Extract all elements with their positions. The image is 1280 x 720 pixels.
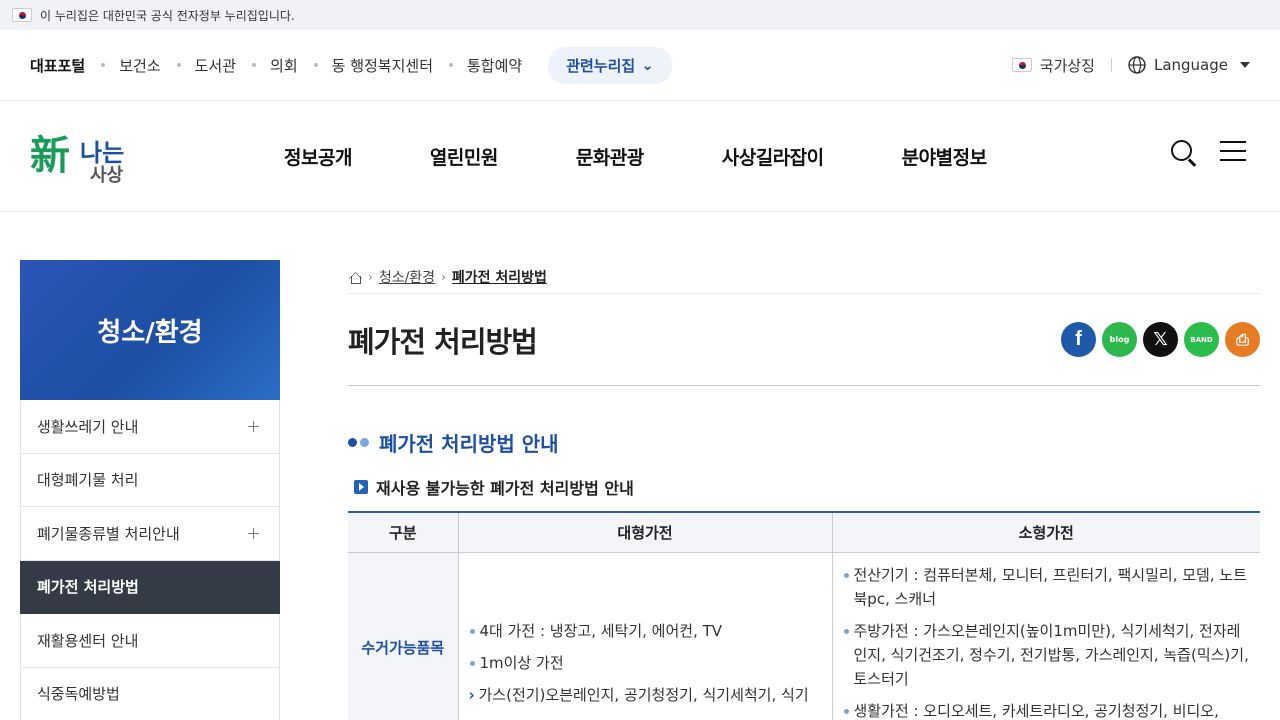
side-nav-item-label: 대형폐기물 처리 (37, 471, 139, 490)
small-appliance-cell: 전산기기 : 컴퓨터본체, 모니터, 프린터기, 팩시밀리, 모뎀, 노트북pc… (832, 552, 1260, 720)
separator-dot (313, 63, 318, 67)
utility-bar: 대표포털 보건소 도서관 의회 동 행정복지센터 통합예약 관련누리집 ⌄ 국가… (0, 30, 1280, 101)
util-link-reservation[interactable]: 통합예약 (467, 55, 522, 76)
chevron-right-icon: › (441, 269, 446, 284)
table-header-small: 소형가전 (832, 512, 1260, 553)
sub-title: 재사용 불가능한 폐가전 처리방법 안내 (348, 475, 1260, 499)
content-area: 청소/환경 생활쓰레기 안내 대형폐기물 처리 폐기물종류별 처리안내 폐가전 … (0, 212, 1280, 720)
breadcrumb-current[interactable]: 폐가전 처리방법 (452, 267, 547, 287)
sub-list-item: 가스(전기)오븐레인지, 공기청정기, 식기세척기, 식기 (469, 683, 822, 707)
menu-field-info[interactable]: 분야별정보 (902, 143, 987, 170)
utility-links: 대표포털 보건소 도서관 의회 동 행정복지센터 통합예약 (30, 55, 522, 76)
separator-dot (176, 63, 181, 67)
side-nav-item-bulky-waste[interactable]: 대형폐기물 처리 (20, 453, 280, 507)
side-nav-item-food-poisoning[interactable]: 식중독예방법 (20, 667, 280, 720)
chevron-down-icon: ⌄ (641, 56, 654, 74)
national-symbol-link[interactable]: 국가상징 (1040, 55, 1095, 76)
blog-icon[interactable]: blog (1102, 322, 1137, 357)
search-icon[interactable] (1170, 139, 1198, 167)
separator-dot (449, 63, 453, 67)
side-nav-item-label: 생활쓰레기 안내 (37, 417, 139, 436)
menu-info-disclosure[interactable]: 정보공개 (284, 143, 352, 170)
breadcrumb-section[interactable]: 청소/환경 (379, 267, 435, 287)
side-nav-item-label: 재활용센터 안내 (37, 631, 139, 650)
menu-icon[interactable] (1220, 139, 1246, 163)
globe-icon (1128, 56, 1146, 74)
side-nav-item-waste-types[interactable]: 폐기물종류별 처리안내 (20, 507, 280, 561)
list-item: 4대 가전 : 냉장고, 세탁기, 에어컨, TV (469, 619, 822, 643)
x-icon[interactable]: 𝕏 (1143, 322, 1178, 357)
util-link-health[interactable]: 보건소 (119, 55, 160, 76)
side-nav-item-appliance-disposal[interactable]: 폐가전 처리방법 (20, 560, 280, 614)
related-sites-label: 관련누리집 (566, 56, 636, 75)
arrow-square-icon (354, 480, 368, 494)
title-row: 폐가전 처리방법 f blog 𝕏 BAND ⎙ (348, 294, 1260, 386)
util-link-library[interactable]: 도서관 (195, 55, 236, 76)
section-title-text: 폐가전 처리방법 안내 (379, 432, 559, 456)
section-title: 폐가전 처리방법 안내 (348, 428, 1260, 457)
main-content: › 청소/환경 › 폐가전 처리방법 폐가전 처리방법 f blog 𝕏 BAN… (348, 260, 1260, 720)
large-appliance-cell: 4대 가전 : 냉장고, 세탁기, 에어컨, TV 1m이상 가전 가스(전기)… (458, 552, 833, 720)
chevron-right-icon: › (368, 269, 373, 284)
korea-flag-icon (1011, 58, 1032, 72)
side-nav-item-household-waste[interactable]: 생활쓰레기 안내 (20, 400, 280, 454)
site-logo[interactable]: 新 나는 사상 (30, 121, 160, 191)
separator-dot (101, 63, 106, 67)
separator-dot (252, 63, 257, 67)
related-sites-button[interactable]: 관련누리집 ⌄ (548, 46, 672, 84)
main-header: 新 나는 사상 정보공개 열린민원 문화관광 사상길라잡이 분야별정보 (0, 101, 1280, 212)
menu-culture-tourism[interactable]: 문화관광 (576, 143, 644, 170)
band-icon[interactable]: BAND (1184, 322, 1219, 357)
facebook-icon[interactable]: f (1061, 322, 1096, 357)
appliance-table: 구분 대형가전 소형가전 수거가능품목 4대 가전 : 냉장고, 세탁기, 에어… (348, 511, 1260, 720)
breadcrumb: › 청소/환경 › 폐가전 처리방법 (348, 260, 1260, 294)
logo-sa: 사상 (90, 165, 124, 186)
list-item: 생활가전 : 오디오세트, 카세트라디오, 공기청정기, 비디오, (843, 699, 1251, 720)
share-buttons: f blog 𝕏 BAND ⎙ (1061, 322, 1260, 357)
side-nav-item-recycling-center[interactable]: 재활용센터 안내 (20, 614, 280, 668)
table-header-category: 구분 (348, 512, 459, 553)
side-nav-item-label: 폐기물종류별 처리안내 (37, 524, 180, 543)
plus-icon[interactable] (248, 421, 259, 433)
print-icon[interactable]: ⎙ (1225, 322, 1260, 357)
double-dot-icon (348, 438, 369, 447)
utility-right: 국가상징 Language (1011, 55, 1250, 76)
plus-icon[interactable] (248, 528, 259, 540)
side-nav: 청소/환경 생활쓰레기 안내 대형폐기물 처리 폐기물종류별 처리안내 폐가전 … (20, 260, 280, 720)
util-link-council[interactable]: 의회 (270, 55, 298, 76)
divider (1110, 58, 1112, 72)
row-label: 수거가능품목 (348, 552, 459, 720)
table-header-large: 대형가전 (458, 512, 833, 553)
list-item: 1m이상 가전 (469, 651, 822, 675)
caret-down-icon (1240, 62, 1250, 68)
row-label-text: 수거가능품목 (361, 638, 445, 657)
language-label: Language (1153, 56, 1228, 74)
home-icon[interactable] (348, 270, 362, 284)
korea-flag-icon (12, 8, 32, 22)
list-item: 주방가전 : 가스오븐레인지(높이1m미만), 식기세척기, 전자레인지, 식기… (843, 619, 1251, 691)
side-nav-title: 청소/환경 (20, 260, 280, 400)
menu-civil-service[interactable]: 열린민원 (430, 143, 498, 170)
gov-banner: 이 누리집은 대한민국 공식 전자정부 누리집입니다. (0, 0, 1280, 30)
page-title: 폐가전 처리방법 (348, 324, 538, 359)
side-nav-item-label: 식중독예방법 (37, 685, 120, 704)
table-row: 수거가능품목 4대 가전 : 냉장고, 세탁기, 에어컨, TV 1m이상 가전… (348, 552, 1260, 720)
main-menu: 정보공개 열린민원 문화관광 사상길라잡이 분야별정보 (284, 101, 1065, 211)
logo-sin: 新 (30, 132, 70, 179)
util-link-dong-center[interactable]: 동 행정복지센터 (332, 55, 433, 76)
sub-title-text: 재사용 불가능한 폐가전 처리방법 안내 (376, 479, 634, 498)
header-icons (1170, 139, 1246, 167)
list-item: 전산기기 : 컴퓨터본체, 모니터, 프린터기, 팩시밀리, 모뎀, 노트북pc… (843, 563, 1251, 611)
side-nav-item-label: 폐가전 처리방법 (37, 578, 139, 597)
menu-sasang-guide[interactable]: 사상길라잡이 (722, 143, 824, 170)
util-link-portal[interactable]: 대표포털 (30, 55, 85, 76)
language-button[interactable]: Language (1128, 56, 1250, 74)
gov-banner-text: 이 누리집은 대한민국 공식 전자정부 누리집입니다. (40, 8, 295, 23)
table-header-row: 구분 대형가전 소형가전 (348, 512, 1260, 553)
